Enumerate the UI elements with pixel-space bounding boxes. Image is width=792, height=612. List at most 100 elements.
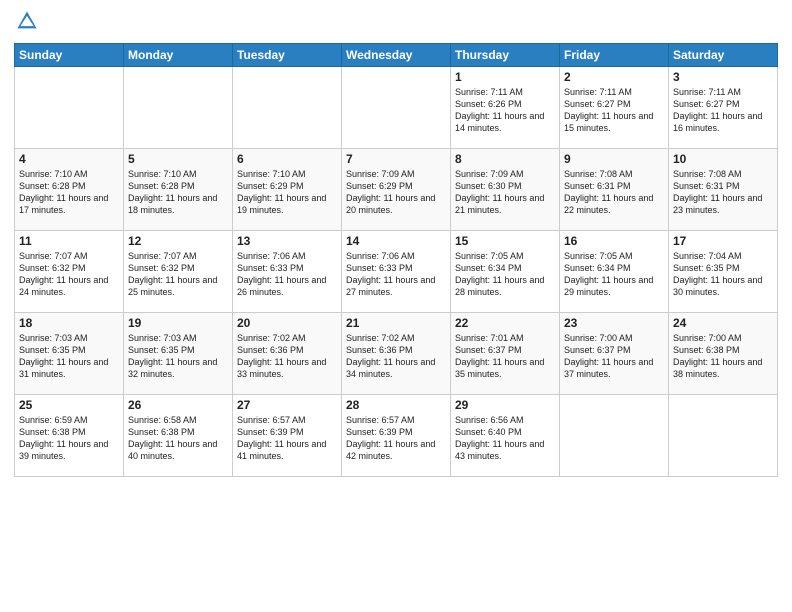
- day-number: 17: [673, 234, 773, 248]
- calendar-cell: 19 Sunrise: 7:03 AM Sunset: 6:35 PM Dayli…: [124, 313, 233, 395]
- day-info: Sunrise: 7:06 AM Sunset: 6:33 PM Dayligh…: [346, 250, 446, 299]
- day-info: Sunrise: 6:58 AM Sunset: 6:38 PM Dayligh…: [128, 414, 228, 463]
- calendar-cell: 9 Sunrise: 7:08 AM Sunset: 6:31 PM Daylig…: [560, 149, 669, 231]
- calendar-cell: 10 Sunrise: 7:08 AM Sunset: 6:31 PM Dayli…: [669, 149, 778, 231]
- calendar-dow-friday: Friday: [560, 44, 669, 67]
- day-number: 8: [455, 152, 555, 166]
- day-info: Sunrise: 7:02 AM Sunset: 6:36 PM Dayligh…: [346, 332, 446, 381]
- calendar-dow-monday: Monday: [124, 44, 233, 67]
- calendar-week-row: 25 Sunrise: 6:59 AM Sunset: 6:38 PM Dayli…: [15, 395, 778, 477]
- day-number: 20: [237, 316, 337, 330]
- calendar-cell: 1 Sunrise: 7:11 AM Sunset: 6:26 PM Daylig…: [451, 67, 560, 149]
- day-number: 21: [346, 316, 446, 330]
- day-number: 13: [237, 234, 337, 248]
- calendar-cell: 21 Sunrise: 7:02 AM Sunset: 6:36 PM Dayli…: [342, 313, 451, 395]
- day-number: 12: [128, 234, 228, 248]
- calendar-dow-thursday: Thursday: [451, 44, 560, 67]
- day-info: Sunrise: 7:03 AM Sunset: 6:35 PM Dayligh…: [19, 332, 119, 381]
- calendar-cell: 13 Sunrise: 7:06 AM Sunset: 6:33 PM Dayli…: [233, 231, 342, 313]
- day-info: Sunrise: 7:06 AM Sunset: 6:33 PM Dayligh…: [237, 250, 337, 299]
- header: [14, 10, 778, 37]
- day-number: 14: [346, 234, 446, 248]
- day-info: Sunrise: 7:10 AM Sunset: 6:29 PM Dayligh…: [237, 168, 337, 217]
- day-number: 3: [673, 70, 773, 84]
- calendar-cell: [15, 67, 124, 149]
- day-number: 9: [564, 152, 664, 166]
- calendar-dow-wednesday: Wednesday: [342, 44, 451, 67]
- calendar-cell: 18 Sunrise: 7:03 AM Sunset: 6:35 PM Dayli…: [15, 313, 124, 395]
- calendar-cell: 27 Sunrise: 6:57 AM Sunset: 6:39 PM Dayli…: [233, 395, 342, 477]
- calendar-cell: 3 Sunrise: 7:11 AM Sunset: 6:27 PM Daylig…: [669, 67, 778, 149]
- day-info: Sunrise: 7:01 AM Sunset: 6:37 PM Dayligh…: [455, 332, 555, 381]
- day-info: Sunrise: 7:03 AM Sunset: 6:35 PM Dayligh…: [128, 332, 228, 381]
- calendar-cell: 28Sunrise: 6:57 AM Sunset: 6:39 PM Dayli…: [342, 395, 451, 477]
- calendar-cell: [233, 67, 342, 149]
- day-info: Sunrise: 7:02 AM Sunset: 6:36 PM Dayligh…: [237, 332, 337, 381]
- day-number: 7: [346, 152, 446, 166]
- day-info: Sunrise: 7:00 AM Sunset: 6:37 PM Dayligh…: [564, 332, 664, 381]
- calendar-cell: 6 Sunrise: 7:10 AM Sunset: 6:29 PM Daylig…: [233, 149, 342, 231]
- day-info: Sunrise: 7:04 AM Sunset: 6:35 PM Dayligh…: [673, 250, 773, 299]
- calendar-cell: 11Sunrise: 7:07 AM Sunset: 6:32 PM Dayli…: [15, 231, 124, 313]
- calendar-cell: 8 Sunrise: 7:09 AM Sunset: 6:30 PM Daylig…: [451, 149, 560, 231]
- day-info: Sunrise: 6:57 AM Sunset: 6:39 PM Dayligh…: [237, 414, 337, 463]
- day-info: Sunrise: 7:08 AM Sunset: 6:31 PM Dayligh…: [673, 168, 773, 217]
- calendar-dow-tuesday: Tuesday: [233, 44, 342, 67]
- logo: [14, 10, 40, 37]
- day-info: Sunrise: 7:08 AM Sunset: 6:31 PM Dayligh…: [564, 168, 664, 217]
- calendar-table: SundayMondayTuesdayWednesdayThursdayFrid…: [14, 43, 778, 477]
- day-number: 5: [128, 152, 228, 166]
- calendar-dow-sunday: Sunday: [15, 44, 124, 67]
- calendar-header-row: SundayMondayTuesdayWednesdayThursdayFrid…: [15, 44, 778, 67]
- calendar-cell: 26 Sunrise: 6:58 AM Sunset: 6:38 PM Dayli…: [124, 395, 233, 477]
- calendar-cell: [560, 395, 669, 477]
- day-number: 10: [673, 152, 773, 166]
- calendar-cell: 16 Sunrise: 7:05 AM Sunset: 6:34 PM Dayli…: [560, 231, 669, 313]
- day-info: Sunrise: 7:07 AM Sunset: 6:32 PM Dayligh…: [128, 250, 228, 299]
- calendar-week-row: 18 Sunrise: 7:03 AM Sunset: 6:35 PM Dayli…: [15, 313, 778, 395]
- day-info: Sunrise: 6:56 AM Sunset: 6:40 PM Dayligh…: [455, 414, 555, 463]
- calendar-week-row: 1 Sunrise: 7:11 AM Sunset: 6:26 PM Daylig…: [15, 67, 778, 149]
- calendar-cell: [124, 67, 233, 149]
- day-info: Sunrise: 7:05 AM Sunset: 6:34 PM Dayligh…: [455, 250, 555, 299]
- day-number: 25: [19, 398, 119, 412]
- calendar-cell: 17 Sunrise: 7:04 AM Sunset: 6:35 PM Dayli…: [669, 231, 778, 313]
- calendar-cell: 29Sunrise: 6:56 AM Sunset: 6:40 PM Dayli…: [451, 395, 560, 477]
- day-number: 16: [564, 234, 664, 248]
- day-info: Sunrise: 7:11 AM Sunset: 6:26 PM Dayligh…: [455, 86, 555, 135]
- calendar-week-row: 11 Sunrise: 7:07 AM Sunset: 6:32 PM Dayli…: [15, 231, 778, 313]
- calendar-cell: 12 Sunrise: 7:07 AM Sunset: 6:32 PM Dayli…: [124, 231, 233, 313]
- calendar-cell: 23 Sunrise: 7:00 AM Sunset: 6:37 PM Dayli…: [560, 313, 669, 395]
- day-info: Sunrise: 7:09 AM Sunset: 6:30 PM Dayligh…: [455, 168, 555, 217]
- day-number: 4: [19, 152, 119, 166]
- day-number: 28: [346, 398, 446, 412]
- calendar-dow-saturday: Saturday: [669, 44, 778, 67]
- calendar-cell: 20 Sunrise: 7:02 AM Sunset: 6:36 PM Dayli…: [233, 313, 342, 395]
- general-blue-logo-icon: [16, 10, 38, 32]
- page: SundayMondayTuesdayWednesdayThursdayFrid…: [0, 0, 792, 612]
- day-number: 11: [19, 234, 119, 248]
- calendar-cell: 2Sunrise: 7:11 AM Sunset: 6:27 PM Daylig…: [560, 67, 669, 149]
- day-number: 6: [237, 152, 337, 166]
- day-number: 26: [128, 398, 228, 412]
- day-number: 2: [564, 70, 664, 84]
- day-info: Sunrise: 7:10 AM Sunset: 6:28 PM Dayligh…: [128, 168, 228, 217]
- day-info: Sunrise: 6:59 AM Sunset: 6:38 PM Dayligh…: [19, 414, 119, 463]
- calendar-cell: 22 Sunrise: 7:01 AM Sunset: 6:37 PM Dayli…: [451, 313, 560, 395]
- day-info: Sunrise: 7:11 AM Sunset: 6:27 PM Dayligh…: [673, 86, 773, 135]
- day-number: 22: [455, 316, 555, 330]
- calendar-cell: 25 Sunrise: 6:59 AM Sunset: 6:38 PM Dayli…: [15, 395, 124, 477]
- calendar-cell: 14 Sunrise: 7:06 AM Sunset: 6:33 PM Dayli…: [342, 231, 451, 313]
- calendar-cell: 15Sunrise: 7:05 AM Sunset: 6:34 PM Dayli…: [451, 231, 560, 313]
- day-number: 18: [19, 316, 119, 330]
- calendar-week-row: 4 Sunrise: 7:10 AM Sunset: 6:28 PM Daylig…: [15, 149, 778, 231]
- day-number: 1: [455, 70, 555, 84]
- day-info: Sunrise: 7:05 AM Sunset: 6:34 PM Dayligh…: [564, 250, 664, 299]
- day-number: 23: [564, 316, 664, 330]
- calendar-cell: 24Sunrise: 7:00 AM Sunset: 6:38 PM Dayli…: [669, 313, 778, 395]
- calendar-cell: [342, 67, 451, 149]
- calendar-cell: [669, 395, 778, 477]
- day-info: Sunrise: 7:10 AM Sunset: 6:28 PM Dayligh…: [19, 168, 119, 217]
- day-number: 27: [237, 398, 337, 412]
- day-number: 19: [128, 316, 228, 330]
